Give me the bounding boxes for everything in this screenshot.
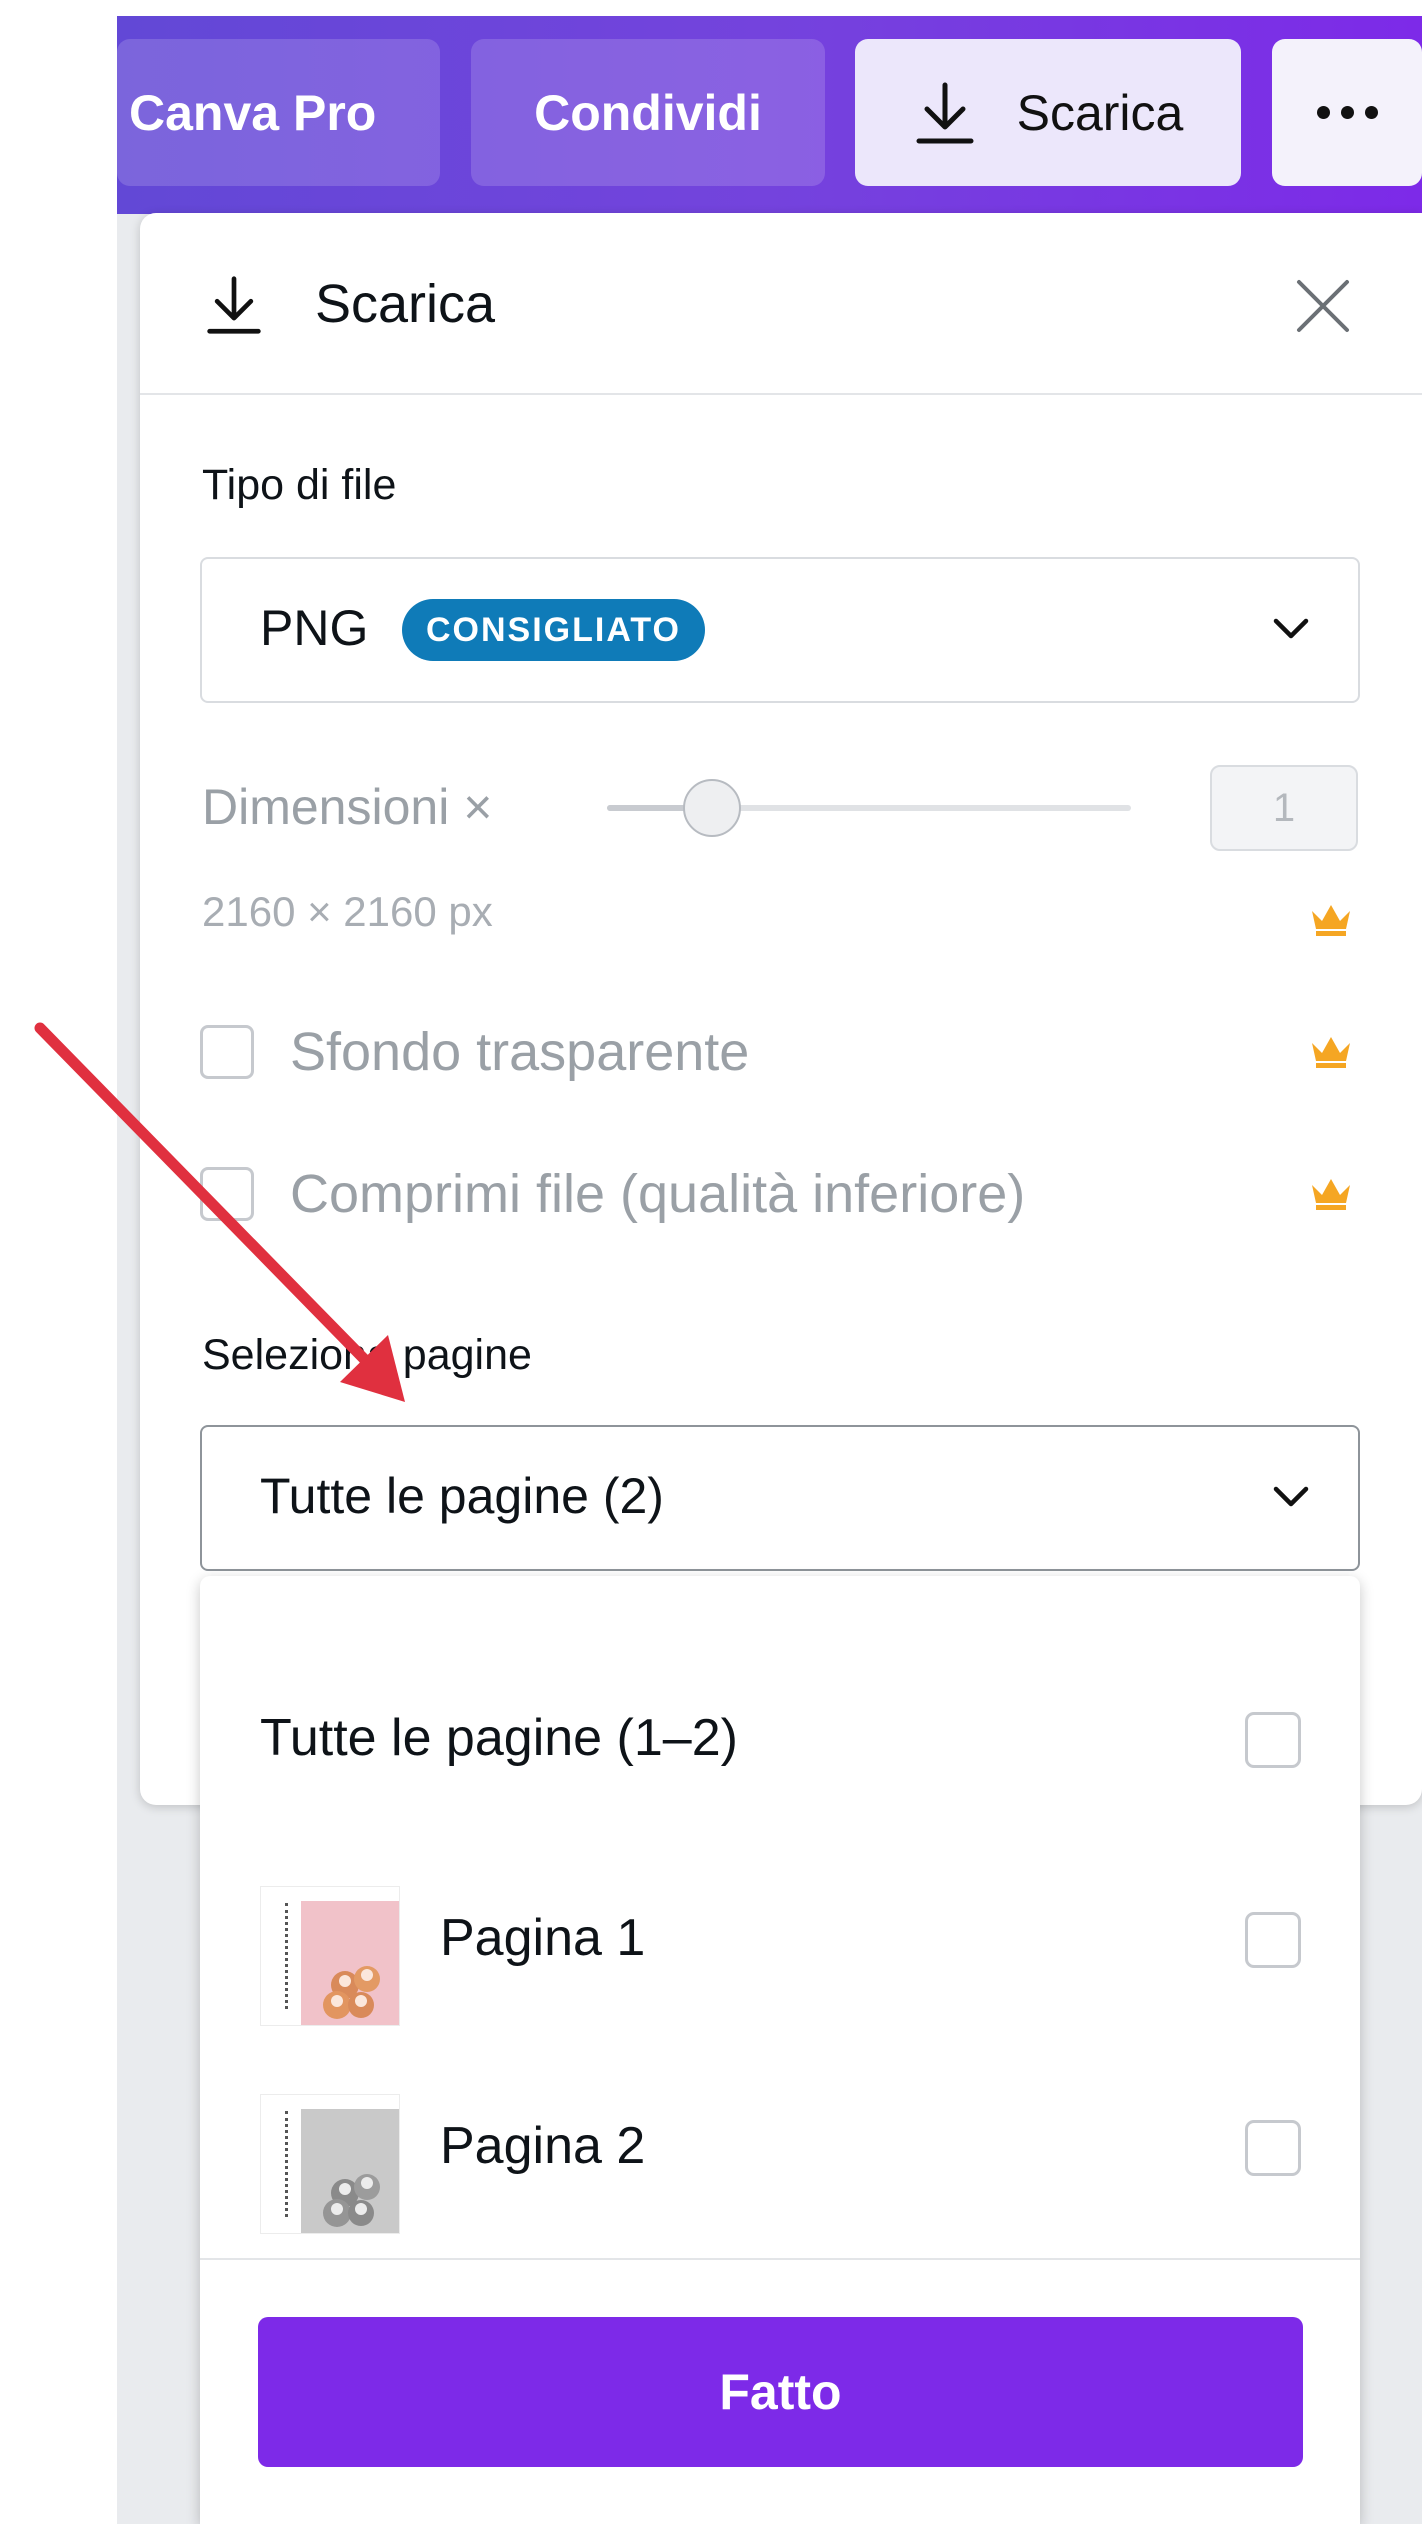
select-pages-dropdown[interactable]: Tutte le pagine (2): [200, 1425, 1360, 1571]
menu-divider: [200, 2258, 1360, 2260]
canva-pro-label: Canva Pro: [129, 84, 377, 141]
page-1-label: Pagina 1: [440, 1909, 646, 1967]
download-button[interactable]: Scarica: [855, 39, 1241, 186]
scale-input[interactable]: 1: [1210, 765, 1358, 851]
close-icon[interactable]: [1295, 278, 1351, 334]
pixel-dimensions: 2160 × 2160 px: [202, 888, 493, 935]
size-label: Dimensioni ×: [202, 779, 493, 835]
select-pages-value: Tutte le pagine (2): [260, 1468, 664, 1524]
more-dots-icon: [1316, 106, 1378, 119]
download-icon: [916, 82, 974, 143]
download-panel: Scarica Tipo di file PNG CONSIGLIATO Dim…: [140, 213, 1422, 1805]
page-1-thumbnail: [260, 1886, 400, 2026]
menu-item-page-2[interactable]: Pagina 2: [200, 2054, 1360, 2234]
file-type-value: PNG: [260, 600, 369, 656]
chevron-down-icon: [1273, 1486, 1309, 1507]
menu-item-page-1[interactable]: Pagina 1: [200, 1846, 1360, 2026]
crown-icon: [1312, 905, 1350, 936]
download-label: Scarica: [1016, 84, 1184, 141]
page-1-checkbox[interactable]: [1245, 1912, 1301, 1968]
menu-item-all-pages[interactable]: Tutte le pagine (1–2): [200, 1646, 1360, 1826]
share-button[interactable]: Condividi: [471, 39, 825, 186]
panel-header: Scarica: [140, 213, 1422, 395]
pages-dropdown-menu: Tutte le pagine (1–2) Pagina 1 Pagina 2 …: [200, 1576, 1360, 2524]
compress-file-option[interactable]: Comprimi file (qualità inferiore): [200, 1163, 1025, 1225]
recommended-badge: CONSIGLIATO: [402, 599, 705, 661]
done-button[interactable]: Fatto: [258, 2317, 1303, 2467]
page-2-label: Pagina 2: [440, 2117, 646, 2175]
crown-icon: [1312, 1037, 1350, 1068]
page-2-thumbnail: [260, 2094, 400, 2234]
chevron-down-icon: [1273, 618, 1309, 639]
file-type-select[interactable]: PNG CONSIGLIATO: [200, 557, 1360, 703]
page-2-checkbox[interactable]: [1245, 2120, 1301, 2176]
select-pages-label: Seleziona pagine: [202, 1331, 532, 1379]
all-pages-checkbox[interactable]: [1245, 1712, 1301, 1768]
compress-file-label: Comprimi file (qualità inferiore): [290, 1164, 1026, 1224]
size-slider[interactable]: [607, 779, 1131, 837]
compress-file-checkbox[interactable]: [200, 1167, 254, 1221]
download-icon: [207, 276, 261, 334]
transparent-background-checkbox[interactable]: [200, 1025, 254, 1079]
top-toolbar: Canva Pro Condividi Scarica: [117, 16, 1422, 214]
all-pages-label: Tutte le pagine (1–2): [260, 1709, 738, 1767]
transparent-background-option[interactable]: Sfondo trasparente: [200, 1021, 749, 1083]
canva-pro-button[interactable]: Canva Pro: [117, 39, 440, 186]
panel-title: Scarica: [315, 274, 496, 334]
file-type-label: Tipo di file: [202, 461, 397, 509]
more-options-button[interactable]: [1272, 39, 1422, 186]
share-label: Condividi: [534, 84, 762, 141]
size-slider-thumb[interactable]: [682, 779, 741, 837]
crown-icon: [1312, 1179, 1350, 1210]
transparent-background-label: Sfondo trasparente: [290, 1022, 750, 1082]
